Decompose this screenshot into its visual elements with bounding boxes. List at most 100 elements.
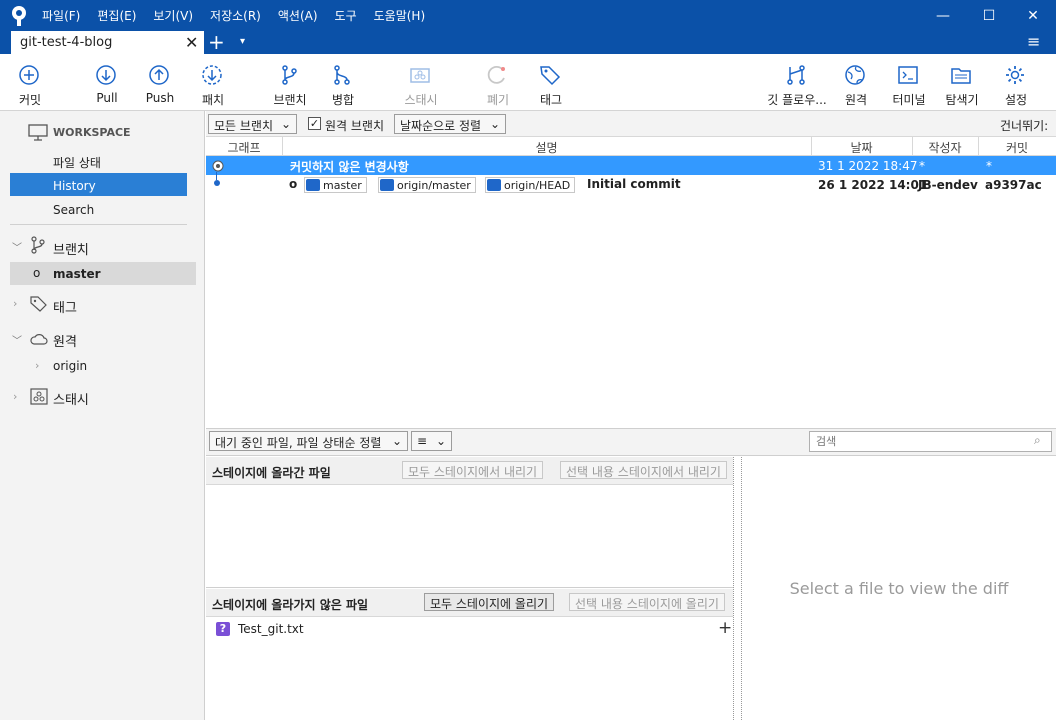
chevron-right-icon[interactable]: › <box>13 297 17 310</box>
push-up-arrow-icon <box>149 65 169 85</box>
stage-all-button[interactable]: 모두 스테이지에 올리기 <box>424 593 555 611</box>
close-tab-icon[interactable]: ✕ <box>185 33 198 52</box>
branch-filter-dropdown[interactable]: 모든 브랜치 ⌄ <box>208 114 297 134</box>
commit-row-initial[interactable]: o master origin/master origin/HEAD Initi… <box>206 175 1056 194</box>
sort-dropdown[interactable]: 날짜순으로 정렬 ⌄ <box>394 114 506 134</box>
close-window-button[interactable]: ✕ <box>1010 0 1056 31</box>
branch-button[interactable]: 브랜치 <box>260 54 320 111</box>
stash-button[interactable]: 스태시 <box>391 54 451 111</box>
pull-down-arrow-icon <box>96 65 116 85</box>
row-description: Initial commit <box>587 177 681 191</box>
chevron-right-icon[interactable]: › <box>35 359 39 372</box>
column-date[interactable]: 날짜 <box>811 139 912 156</box>
unstaged-files-header: 스테이지에 올라가지 않은 파일 모두 스테이지에 올리기 선택 내용 스테이지… <box>206 589 734 617</box>
unstage-all-button[interactable]: 모두 스테이지에서 내리기 <box>402 461 544 479</box>
workspace-heading: WORKSPACE <box>53 126 131 139</box>
remote-branches-label: 원격 브랜치 <box>325 119 385 133</box>
menu-repository[interactable]: 저장소(R) <box>210 7 261 24</box>
stage-file-plus-icon[interactable]: + <box>718 618 732 638</box>
menu-help[interactable]: 도움말(H) <box>374 7 426 24</box>
jump-to-label[interactable]: 건너뛰기: <box>1000 117 1048 134</box>
fetch-button[interactable]: 패치 <box>183 54 243 111</box>
current-branch-circle-icon: o <box>33 266 41 280</box>
view-mode-dropdown[interactable]: ≡ ⌄ <box>411 431 452 451</box>
stash-icon <box>30 388 48 405</box>
tab-list-dropdown[interactable]: ▾ <box>240 36 245 47</box>
column-graph[interactable]: 그래프 <box>206 139 282 156</box>
stash-icon <box>410 68 430 83</box>
column-author[interactable]: 작성자 <box>912 139 978 156</box>
maximize-button[interactable]: ☐ <box>966 0 1012 31</box>
commit-row-uncommitted[interactable]: 커밋하지 않은 변경사항 31 1 2022 18:47 * * <box>206 156 1056 175</box>
column-description[interactable]: 설명 <box>282 139 811 156</box>
globe-icon <box>845 65 865 85</box>
sidebar-item-origin[interactable]: origin <box>53 359 87 373</box>
ref-badge-origin-master[interactable]: origin/master <box>378 177 476 193</box>
sidebar-item-history[interactable]: History <box>53 179 96 193</box>
commit-plus-icon <box>19 65 39 85</box>
hamburger-menu-icon[interactable]: ≡ <box>1027 32 1040 51</box>
stage-selected-button[interactable]: 선택 내용 스테이지에 올리기 <box>569 593 725 611</box>
file-item-name[interactable]: Test_git.txt <box>238 622 304 636</box>
fetch-dashed-arrow-icon <box>202 65 222 85</box>
branch-badge-icon <box>306 179 320 191</box>
menu-view[interactable]: 보기(V) <box>153 7 193 24</box>
settings-button[interactable]: 설정 <box>986 54 1046 111</box>
menu-actions[interactable]: 액션(A) <box>278 7 318 24</box>
menu-tools[interactable]: 도구 <box>335 7 357 24</box>
ref-badge-origin-head[interactable]: origin/HEAD <box>485 177 576 193</box>
commit-button[interactable]: 커밋 <box>0 54 60 111</box>
branch-icon <box>31 236 45 254</box>
row-date: 31 1 2022 18:47 <box>818 159 918 173</box>
unstaged-files-title: 스테이지에 올라가지 않은 파일 <box>212 598 369 612</box>
git-flow-icon <box>787 65 805 85</box>
chevron-down-icon[interactable]: ﹀ <box>12 239 22 254</box>
file-search-input[interactable] <box>809 431 1052 452</box>
sidebar-tags-heading[interactable]: 태그 <box>53 297 77 316</box>
sidebar-branches-heading[interactable]: 브랜치 <box>53 239 89 258</box>
repo-tab[interactable]: git-test-4-blog ✕ <box>11 31 204 54</box>
sidebar <box>0 111 205 720</box>
minimize-button[interactable]: — <box>920 0 966 31</box>
pane-splitter[interactable] <box>733 457 742 720</box>
menu-file[interactable]: 파일(F) <box>42 7 80 24</box>
push-button[interactable]: Push <box>130 54 190 111</box>
toolbar: 커밋 Pull Push 패치 브랜치 병합 스태시 폐기 태그 깃 플로우..… <box>0 54 1056 111</box>
remote-branches-checkbox[interactable]: ✓ <box>308 117 321 130</box>
remote-button[interactable]: 원격 <box>826 54 886 111</box>
chevron-down-icon[interactable]: ﹀ <box>12 332 22 347</box>
monitor-icon <box>28 124 48 141</box>
sidebar-item-master[interactable]: master <box>53 267 101 281</box>
ref-badge-master[interactable]: master <box>304 177 367 193</box>
terminal-button[interactable]: 터미널 <box>879 54 939 111</box>
sidebar-remotes-heading[interactable]: 원격 <box>53 331 77 350</box>
menu-bar: 파일(F) 편집(E) 보기(V) 저장소(R) 액션(A) 도구 도움말(H) <box>42 0 442 31</box>
sidebar-item-search[interactable]: Search <box>53 203 94 217</box>
tag-button[interactable]: 태그 <box>521 54 581 111</box>
sidebar-stashes-heading[interactable]: 스태시 <box>53 389 89 408</box>
row-author: * <box>919 159 925 173</box>
title-bar: 파일(F) 편집(E) 보기(V) 저장소(R) 액션(A) 도구 도움말(H)… <box>0 0 1056 31</box>
row-commit: a9397ac <box>985 178 1042 192</box>
staged-files-header: 스테이지에 올라간 파일 모두 스테이지에서 내리기 선택 내용 스테이지에서 … <box>206 457 734 485</box>
search-icon: ⌕ <box>1034 433 1041 447</box>
chevron-right-icon[interactable]: › <box>13 390 17 403</box>
pending-files-sort-dropdown[interactable]: 대기 중인 파일, 파일 상태순 정렬 ⌄ <box>209 431 408 451</box>
discard-button[interactable]: 폐기 <box>468 54 528 111</box>
diff-placeholder-message: Select a file to view the diff <box>789 579 1009 598</box>
cloud-icon <box>30 334 48 345</box>
merge-button[interactable]: 병합 <box>313 54 373 111</box>
menu-edit[interactable]: 편집(E) <box>97 7 136 24</box>
commit-node-icon <box>214 180 220 186</box>
column-commit[interactable]: 커밋 <box>978 139 1056 156</box>
pull-button[interactable]: Pull <box>77 54 137 111</box>
sidebar-item-history-highlight[interactable] <box>10 173 187 196</box>
git-flow-button[interactable]: 깃 플로우... <box>762 54 832 111</box>
chevron-down-icon: ⌄ <box>435 434 446 448</box>
branch-badge-icon <box>380 179 394 191</box>
unstage-selected-button[interactable]: 선택 내용 스테이지에서 내리기 <box>560 461 727 479</box>
sidebar-item-file-status[interactable]: 파일 상태 <box>53 154 101 171</box>
explorer-button[interactable]: 탐색기 <box>932 54 992 111</box>
chevron-down-icon: ⌄ <box>280 117 291 131</box>
new-tab-button[interactable]: + <box>208 30 225 54</box>
